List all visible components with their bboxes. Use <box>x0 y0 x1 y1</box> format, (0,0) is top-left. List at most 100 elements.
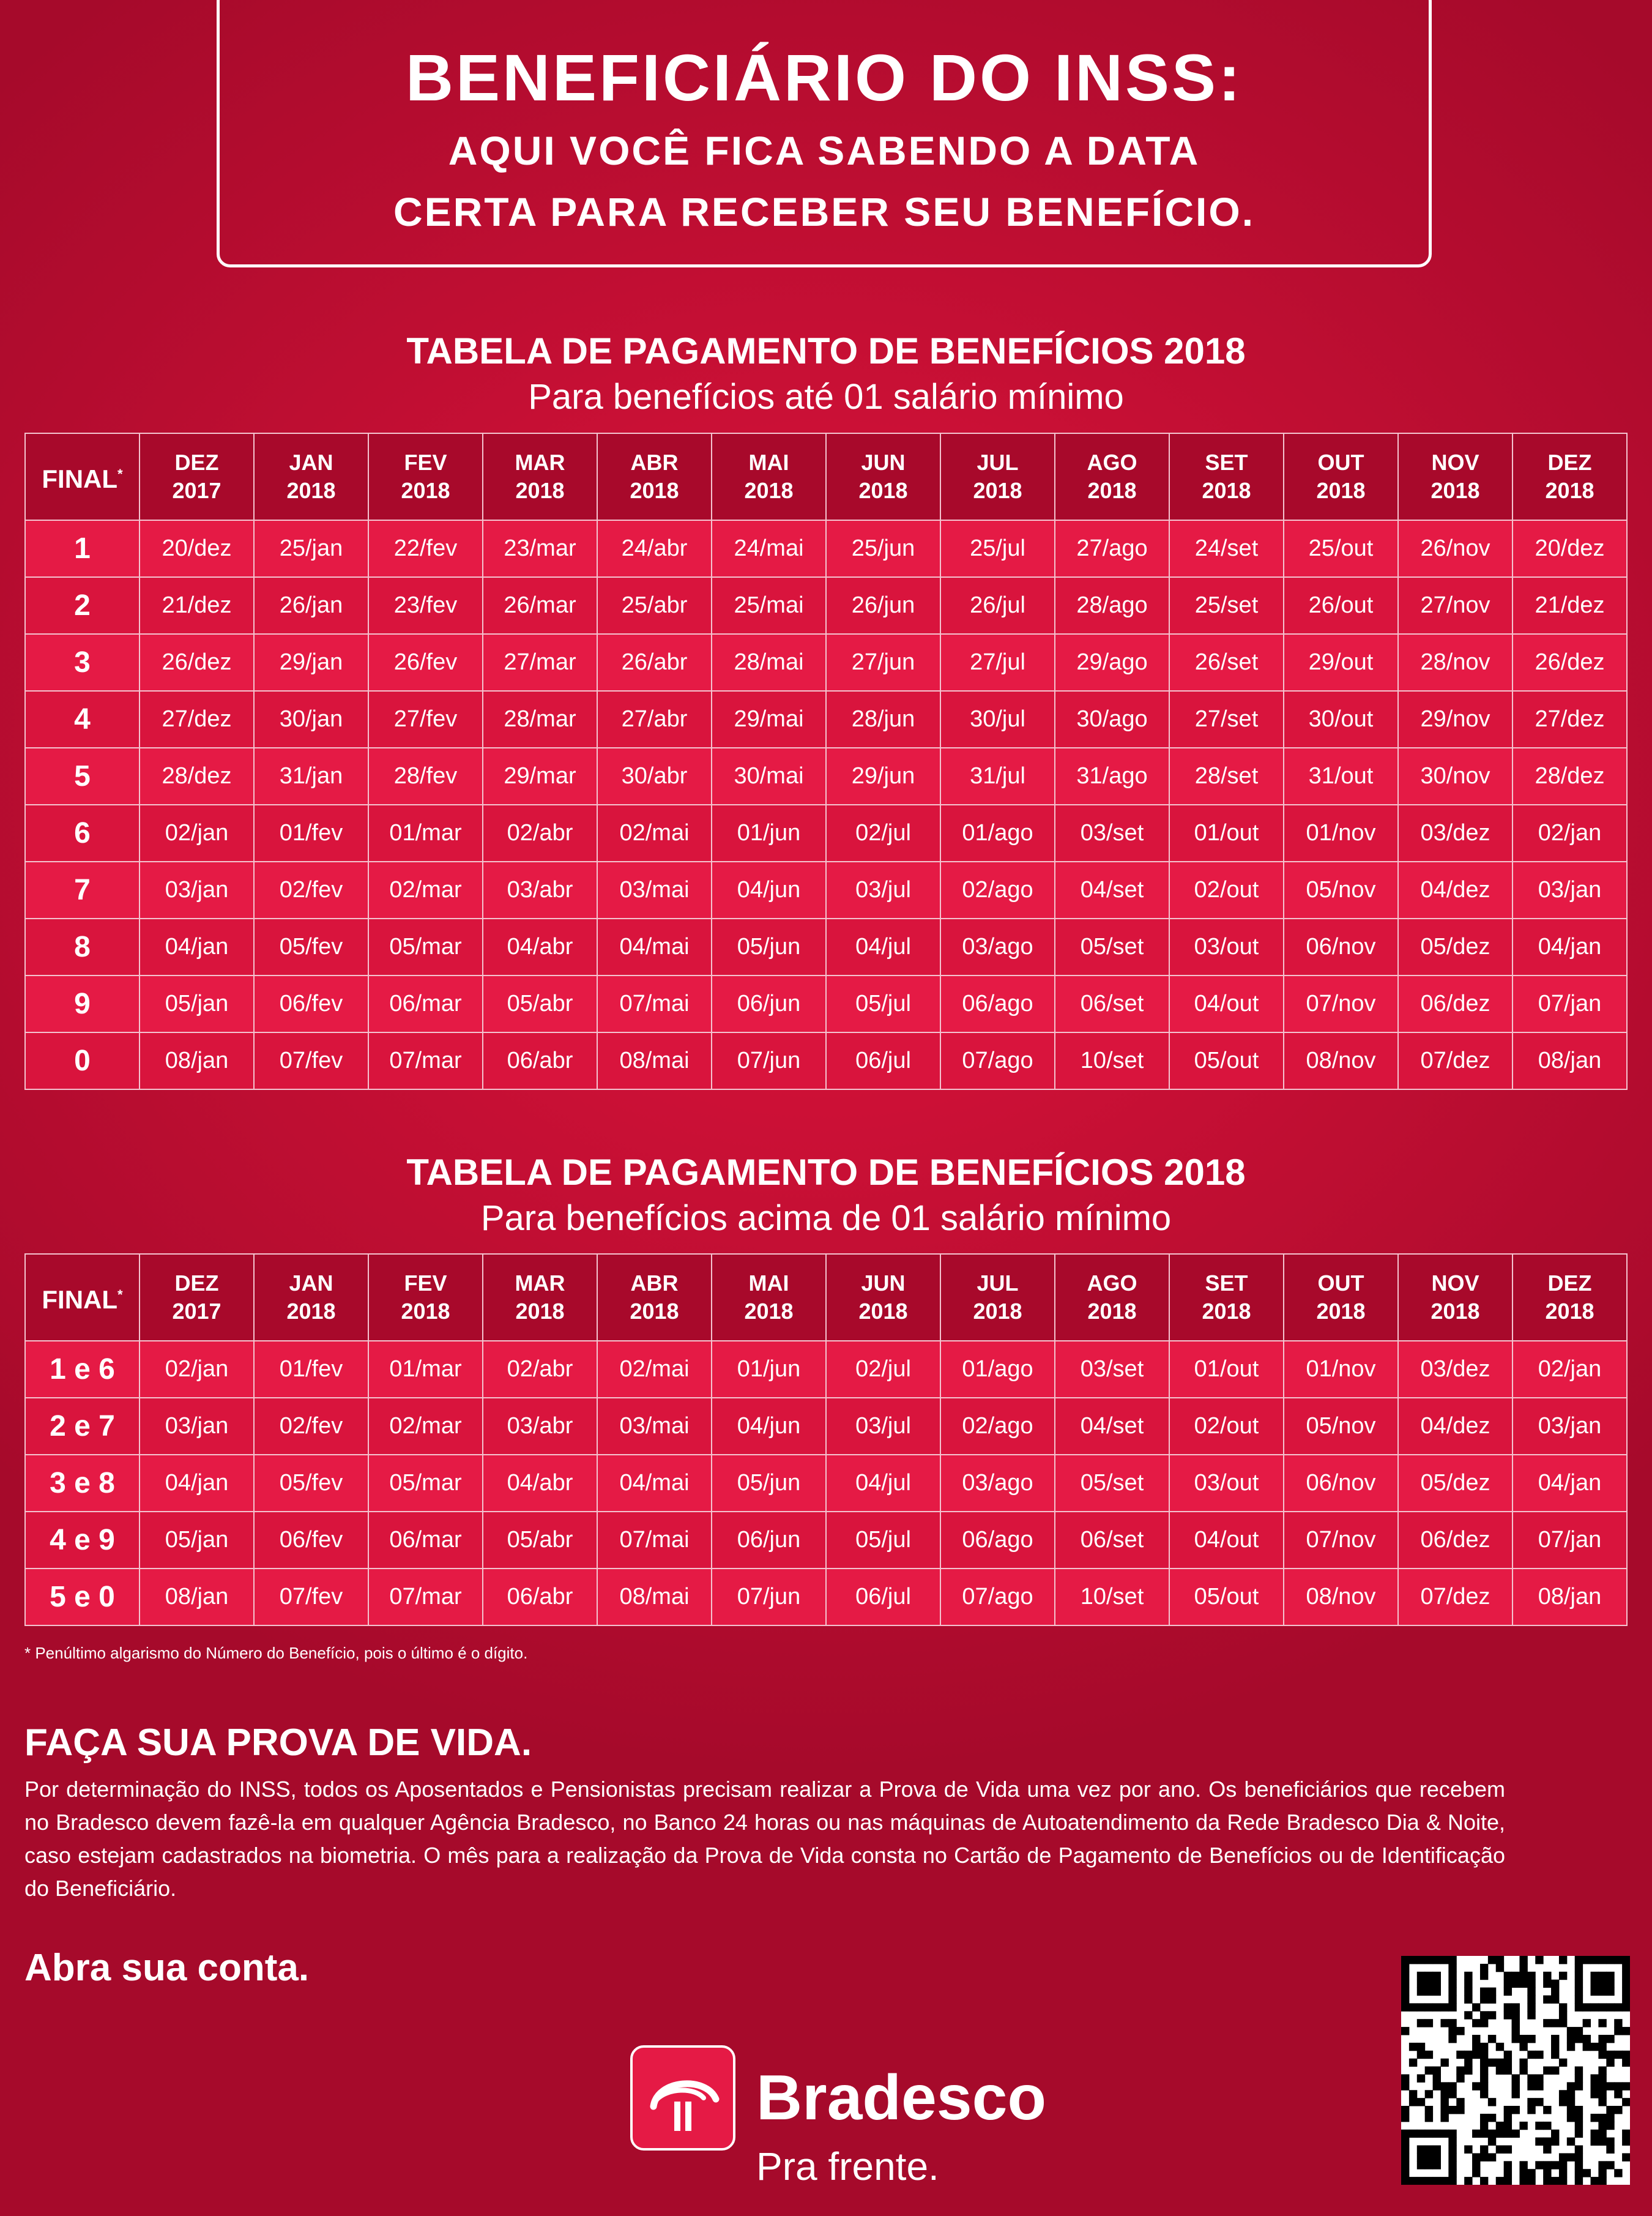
month-column-header: OUT 2018 <box>1283 1253 1399 1341</box>
payment-date-cell: 04/jul <box>825 1454 941 1512</box>
month-column-header: AGO 2018 <box>1054 1253 1170 1341</box>
payment-date-cell: 31/jan <box>253 747 369 805</box>
payment-date-cell: 22/fev <box>368 520 483 578</box>
month-column-header: JUN 2018 <box>825 433 941 521</box>
payment-date-cell: 06/fev <box>253 975 369 1033</box>
payment-date-cell: 26/set <box>1169 633 1284 692</box>
payment-date-cell: 06/abr <box>482 1032 598 1090</box>
payment-date-cell: 27/ago <box>1054 520 1170 578</box>
payment-date-cell: 31/jul <box>940 747 1055 805</box>
payment-date-cell: 20/dez <box>1512 520 1628 578</box>
payment-date-cell: 05/nov <box>1283 861 1399 919</box>
payment-date-cell: 05/jan <box>139 1511 255 1569</box>
payment-date-cell: 05/out <box>1169 1568 1284 1626</box>
payment-date-cell: 04/dez <box>1397 1397 1513 1455</box>
open-account-cta[interactable]: Abra sua conta. <box>24 1946 309 1990</box>
payment-date-cell: 07/nov <box>1283 975 1399 1033</box>
payment-date-cell: 01/mar <box>368 804 483 862</box>
payment-date-cell: 02/out <box>1169 861 1284 919</box>
payment-date-cell: 28/mar <box>482 690 598 748</box>
month-column-header: DEZ 2017 <box>139 433 255 521</box>
table2-title: TABELA DE PAGAMENTO DE BENEFÍCIOS 2018 <box>406 1152 1246 1193</box>
payment-date-cell: 02/abr <box>482 804 598 862</box>
payment-date-cell: 27/fev <box>368 690 483 748</box>
table-row: 8 04/jan 05/fev 05/mar 04/abr 04/mai 05/jun 04/… <box>24 918 1628 976</box>
table-header-row: FINAL* DEZ 2017 JAN 2018 FEV 2018 MAR 2018 ABR 201… <box>24 433 1628 521</box>
payment-date-cell: 01/jun <box>711 1340 827 1398</box>
payment-date-cell: 24/set <box>1169 520 1284 578</box>
final-digit-cell: 9 <box>24 975 140 1033</box>
month-column-header: OUT 2018 <box>1283 433 1399 521</box>
payment-date-cell: 03/set <box>1054 1340 1170 1398</box>
payment-date-cell: 06/jun <box>711 975 827 1033</box>
payment-date-cell: 26/nov <box>1397 520 1513 578</box>
table2-subtitle: Para benefícios acima de 01 salário míni… <box>480 1198 1172 1238</box>
payment-date-cell: 08/mai <box>597 1032 712 1090</box>
payment-date-cell: 26/out <box>1283 576 1399 635</box>
payment-date-cell: 23/fev <box>368 576 483 635</box>
payment-date-cell: 06/ago <box>940 975 1055 1033</box>
payment-date-cell: 05/jun <box>711 918 827 976</box>
payment-date-cell: 27/abr <box>597 690 712 748</box>
payment-date-cell: 02/ago <box>940 1397 1055 1455</box>
payment-date-cell: 29/nov <box>1397 690 1513 748</box>
payment-date-cell: 06/set <box>1054 975 1170 1033</box>
payment-date-cell: 03/jan <box>139 1397 255 1455</box>
payment-date-cell: 26/abr <box>597 633 712 692</box>
payment-date-cell: 26/jan <box>253 576 369 635</box>
payment-date-cell: 10/set <box>1054 1568 1170 1626</box>
payment-date-cell: 01/fev <box>253 804 369 862</box>
payment-date-cell: 03/jan <box>1512 861 1628 919</box>
payment-date-cell: 07/ago <box>940 1032 1055 1090</box>
month-column-header: FEV 2018 <box>368 433 483 521</box>
payment-date-cell: 20/dez <box>139 520 255 578</box>
month-column-header: JAN 2018 <box>253 433 369 521</box>
payment-date-cell: 29/mai <box>711 690 827 748</box>
payment-date-cell: 29/jun <box>825 747 941 805</box>
payment-date-cell: 01/out <box>1169 1340 1284 1398</box>
payment-date-cell: 26/mar <box>482 576 598 635</box>
month-column-header: MAI 2018 <box>711 1253 827 1341</box>
payment-date-cell: 01/jun <box>711 804 827 862</box>
payment-date-cell: 26/jun <box>825 576 941 635</box>
payment-date-cell: 28/ago <box>1054 576 1170 635</box>
payment-date-cell: 06/fev <box>253 1511 369 1569</box>
payment-date-cell: 02/jan <box>139 804 255 862</box>
qr-code-icon[interactable] <box>1401 1956 1631 2185</box>
payment-date-cell: 27/dez <box>1512 690 1628 748</box>
payment-date-cell: 05/abr <box>482 1511 598 1569</box>
payment-date-cell: 04/set <box>1054 861 1170 919</box>
header-subtitle-line2: CERTA PARA RECEBER SEU BENEFÍCIO. <box>393 189 1256 234</box>
payment-date-cell: 05/jun <box>711 1454 827 1512</box>
payment-date-cell: 04/out <box>1169 1511 1284 1569</box>
table-row: 5 e 0 08/jan 07/fev 07/mar 06/abr 08/mai 07/ju… <box>24 1568 1628 1626</box>
payment-date-cell: 04/mai <box>597 918 712 976</box>
payment-date-cell: 27/jul <box>940 633 1055 692</box>
table-row: 1 20/dez 25/jan 22/fev 23/mar 24/abr 24/mai 25/… <box>24 520 1628 578</box>
payment-date-cell: 25/jan <box>253 520 369 578</box>
payment-date-cell: 06/nov <box>1283 1454 1399 1512</box>
month-column-header: NOV 2018 <box>1397 1253 1513 1341</box>
payment-date-cell: 08/jan <box>139 1032 255 1090</box>
table-row: 0 08/jan 07/fev 07/mar 06/abr 08/mai 07/jun 06/… <box>24 1032 1628 1090</box>
final-digit-cell: 6 <box>24 804 140 862</box>
payment-date-cell: 05/set <box>1054 918 1170 976</box>
payment-date-cell: 06/dez <box>1397 1511 1513 1569</box>
table-row: 7 03/jan 02/fev 02/mar 03/abr 03/mai 04/jun 03/… <box>24 861 1628 919</box>
payment-date-cell: 25/jun <box>825 520 941 578</box>
month-column-header: JUL 2018 <box>940 1253 1055 1341</box>
final-digit-cell: 3 <box>24 633 140 692</box>
month-column-header: MAR 2018 <box>482 1253 598 1341</box>
brand-slogan: Pra frente. <box>756 2144 939 2188</box>
payment-date-cell: 25/abr <box>597 576 712 635</box>
payment-date-cell: 26/dez <box>1512 633 1628 692</box>
final-digit-cell: 2 e 7 <box>24 1397 140 1455</box>
table-row: 2 e 7 03/jan 02/fev 02/mar 03/abr 03/mai 04/ju… <box>24 1397 1628 1455</box>
payment-date-cell: 25/set <box>1169 576 1284 635</box>
payment-date-cell: 02/fev <box>253 1397 369 1455</box>
payment-date-cell: 06/jul <box>825 1568 941 1626</box>
proof-of-life-text: Por determinação do INSS, todos os Apose… <box>24 1777 1505 1901</box>
payment-date-cell: 06/jul <box>825 1032 941 1090</box>
month-column-header: JUL 2018 <box>940 433 1055 521</box>
payment-date-cell: 07/jan <box>1512 1511 1628 1569</box>
